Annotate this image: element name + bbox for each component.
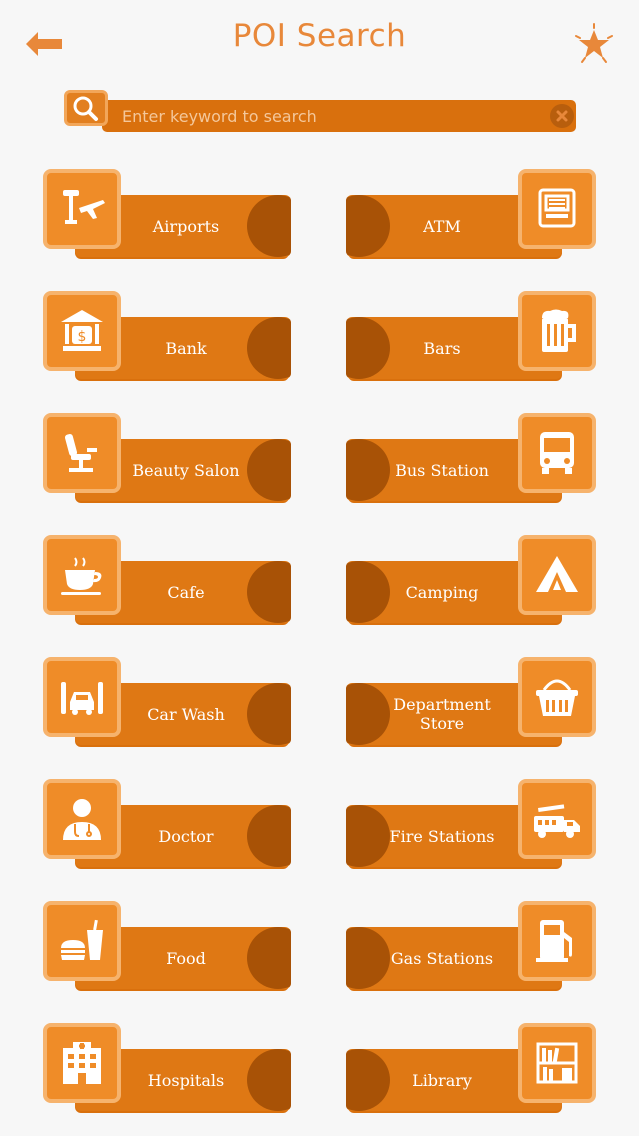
category-label: Bus Station	[395, 460, 489, 480]
category-label: Fire Stations	[389, 826, 495, 846]
category-label: Bank	[165, 338, 207, 358]
doctor-icon	[63, 799, 101, 840]
bookshelf-icon	[536, 1042, 578, 1084]
category-label: Library	[412, 1070, 472, 1090]
category-tile[interactable]: Bars	[346, 287, 596, 387]
airport-icon	[63, 190, 105, 224]
category-tile[interactable]: Library	[346, 1019, 596, 1119]
category-tile[interactable]: Airports	[43, 165, 293, 265]
category-tile[interactable]: Hospitals	[43, 1019, 293, 1119]
tile-half-circle	[247, 195, 291, 257]
category-tile[interactable]: Bus Station	[346, 409, 596, 509]
category-icon-box	[518, 535, 596, 615]
header: POI Search	[0, 0, 639, 84]
category-tile[interactable]: Fire Stations	[346, 775, 596, 875]
favorites-button[interactable]	[572, 22, 616, 66]
category-tile[interactable]: Bank $	[43, 287, 293, 387]
category-label: Doctor	[158, 826, 214, 846]
category-icon-box	[518, 657, 596, 737]
category-tile[interactable]: Gas Stations	[346, 897, 596, 997]
tile-half-circle	[247, 805, 291, 867]
category-icon-box	[43, 413, 121, 493]
tile-half-circle	[247, 683, 291, 745]
category-icon-box	[518, 901, 596, 981]
category-icon-box	[518, 1023, 596, 1103]
search-input[interactable]	[122, 100, 532, 132]
coffee-cup-icon	[61, 557, 102, 595]
category-label: Beauty Salon	[132, 460, 240, 480]
tent-icon	[536, 556, 578, 592]
category-tile[interactable]: Department Store	[346, 653, 596, 753]
category-icon-box	[43, 901, 121, 981]
category-icon-box	[518, 169, 596, 249]
tile-half-circle	[247, 1049, 291, 1111]
svg-text:$: $	[78, 329, 87, 345]
category-tile[interactable]: ATM	[346, 165, 596, 265]
tile-half-circle	[247, 439, 291, 501]
clear-search-button[interactable]	[550, 104, 574, 128]
bank-icon: $	[61, 310, 103, 351]
car-wash-icon	[61, 682, 103, 715]
category-label: Car Wash	[147, 704, 225, 724]
tile-half-circle	[247, 317, 291, 379]
salon-chair-icon	[64, 434, 97, 472]
close-icon	[556, 110, 568, 122]
category-icon-box	[43, 779, 121, 859]
fire-truck-icon	[534, 804, 580, 838]
bus-icon	[540, 432, 574, 474]
category-tile[interactable]: Cafe	[43, 531, 293, 631]
category-icon-box	[518, 291, 596, 371]
search-button[interactable]	[64, 90, 108, 126]
category-icon-box	[518, 413, 596, 493]
category-icon-box	[43, 657, 121, 737]
category-tile[interactable]: Car Wash	[43, 653, 293, 753]
tile-half-circle	[247, 927, 291, 989]
category-label: Camping	[405, 582, 479, 602]
category-label: ATM	[423, 216, 461, 236]
fuel-pump-icon	[536, 920, 572, 962]
search-field-container	[102, 100, 576, 132]
category-tile[interactable]: Food	[43, 897, 293, 997]
star-icon	[575, 23, 613, 63]
fast-food-icon	[61, 919, 103, 960]
category-tile[interactable]: Doctor	[43, 775, 293, 875]
atm-icon	[538, 188, 576, 228]
category-label: Airports	[152, 216, 220, 236]
page-title: POI Search	[232, 18, 407, 54]
category-tile[interactable]: Beauty Salon	[43, 409, 293, 509]
category-label: Food	[166, 948, 206, 968]
beer-icon	[542, 309, 576, 352]
magnifier-icon	[73, 96, 98, 121]
category-icon-box	[518, 779, 596, 859]
hospital-icon	[63, 1042, 101, 1084]
category-label: Department Store	[393, 695, 491, 733]
category-label: Gas Stations	[390, 948, 494, 968]
category-icon-box	[43, 535, 121, 615]
category-icon-box: $	[43, 291, 121, 371]
search-bar	[64, 90, 578, 134]
category-icon-box	[43, 1023, 121, 1103]
category-label: Hospitals	[147, 1070, 225, 1090]
shopping-basket-icon	[536, 679, 578, 716]
category-label: Bars	[423, 338, 461, 358]
category-tile[interactable]: Camping	[346, 531, 596, 631]
category-label: Cafe	[167, 582, 205, 602]
tile-half-circle	[247, 561, 291, 623]
category-icon-box	[43, 169, 121, 249]
